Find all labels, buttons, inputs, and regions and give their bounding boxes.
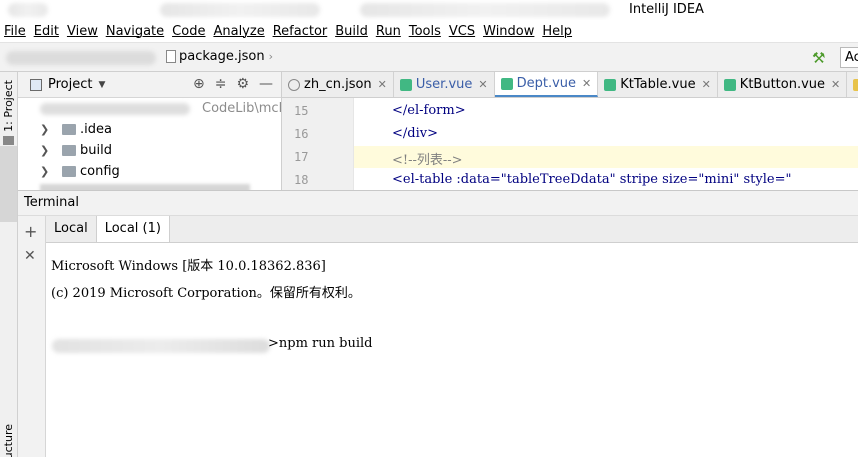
close-icon[interactable]: ✕ — [478, 78, 487, 91]
js-file-icon — [853, 78, 858, 91]
root-path: CodeLib\mclo — [202, 101, 281, 116]
blurred-title-segment — [360, 3, 610, 17]
tree-item-label: build — [80, 142, 112, 158]
terminal-command: >npm run build — [268, 336, 373, 351]
folder-icon — [3, 136, 14, 145]
tab-us[interactable]: us — [847, 72, 858, 97]
terminal-side-toolbar: + ✕ — [18, 216, 46, 457]
terminal-output[interactable]: Microsoft Windows [版本 10.0.18362.836] (c… — [46, 243, 858, 457]
menu-build[interactable]: Build — [333, 24, 374, 39]
menu-navigate[interactable]: Navigate — [104, 24, 170, 39]
code-line: </div> — [392, 126, 438, 141]
line-number: 16 — [294, 127, 309, 141]
chevron-right-icon[interactable]: ❯ — [40, 165, 52, 178]
blurred-prompt-path — [52, 339, 270, 353]
tree-item-label: .idea — [80, 121, 112, 137]
project-tree: CodeLib\mclo ❯ .idea ❯ build ❯ config — [18, 98, 281, 190]
menu-window[interactable]: Window — [481, 24, 540, 39]
blurred-title-segment — [8, 3, 48, 17]
close-icon[interactable]: ✕ — [831, 78, 840, 91]
menu-refactor[interactable]: Refactor — [271, 24, 334, 39]
gear-icon[interactable]: ⚙ — [236, 76, 249, 92]
terminal-line: (c) 2019 Microsoft Corporation。保留所有权利。 — [51, 286, 361, 301]
tab-label: zh_cn.json — [304, 77, 372, 92]
tab-ktbutton-vue[interactable]: KtButton.vue ✕ — [718, 72, 848, 97]
tree-item-label: config — [80, 163, 120, 179]
project-tool-tab-bg — [0, 146, 17, 222]
menu-vcs[interactable]: VCS — [447, 24, 481, 39]
terminal-line: Microsoft Windows [版本 10.0.18362.836] — [51, 259, 326, 274]
menu-run[interactable]: Run — [374, 24, 407, 39]
collapse-all-icon[interactable]: ≑ — [215, 76, 227, 92]
tab-kttable-vue[interactable]: KtTable.vue ✕ — [598, 72, 718, 97]
locate-icon[interactable]: ⊕ — [193, 76, 205, 92]
menu-file[interactable]: File — [2, 24, 32, 39]
tab-label: KtButton.vue — [739, 77, 826, 92]
project-tool-tab[interactable]: 1: Project — [2, 80, 15, 132]
breadcrumb-file-label: package.json — [179, 49, 265, 64]
chevron-down-icon[interactable]: ▼ — [98, 80, 105, 90]
folder-icon — [62, 144, 76, 156]
tab-user-vue[interactable]: User.vue ✕ — [394, 72, 495, 97]
menu-tools[interactable]: Tools — [407, 24, 447, 39]
vue-file-icon — [604, 78, 617, 91]
chevron-right-icon: › — [268, 50, 273, 63]
terminal-tab-local-1[interactable]: Local (1) — [96, 216, 170, 242]
vue-file-icon — [723, 78, 736, 91]
tree-item[interactable]: ❯ config — [40, 161, 120, 181]
project-panel-title[interactable]: Project — [48, 77, 92, 92]
line-number: 15 — [294, 104, 309, 118]
tab-label: User.vue — [415, 77, 473, 92]
terminal-panel-title: Terminal — [18, 190, 858, 216]
line-number: 18 — [294, 173, 309, 187]
blurred-root-name — [40, 103, 190, 115]
navigation-bar: package.json › ⚒ Ac — [0, 42, 858, 72]
tab-label: KtTable.vue — [620, 77, 696, 92]
terminal-tab-bar: Local Local (1) — [46, 216, 858, 243]
menu-bar: File Edit View Navigate Code Analyze Ref… — [0, 20, 858, 42]
folder-icon — [62, 123, 76, 135]
tab-zh-cn-json[interactable]: zh_cn.json ✕ — [282, 72, 394, 97]
add-icon[interactable]: + — [24, 222, 37, 241]
close-icon[interactable]: ✕ — [378, 78, 387, 91]
vue-file-icon — [500, 77, 513, 90]
build-hammer-icon[interactable]: ⚒ — [812, 49, 825, 67]
app-title: IntelliJ IDEA — [629, 2, 704, 17]
menu-edit[interactable]: Edit — [32, 24, 65, 39]
minimize-icon[interactable]: — — [259, 76, 273, 92]
menu-analyze[interactable]: Analyze — [211, 24, 270, 39]
run-configuration-select[interactable]: Ac — [840, 47, 858, 68]
code-line: <!--列表--> — [392, 153, 463, 168]
tree-item[interactable]: ❯ .idea — [40, 119, 112, 139]
blurred-breadcrumb — [6, 51, 156, 65]
window-title-bar: IntelliJ IDEA — [0, 0, 858, 20]
editor-tab-bar: zh_cn.json ✕ User.vue ✕ Dept.vue ✕ KtTab… — [281, 72, 858, 98]
close-icon[interactable]: ✕ — [24, 248, 36, 264]
editor-gutter: 15 16 17 18 — [281, 98, 353, 190]
close-icon[interactable]: ✕ — [582, 77, 591, 90]
chevron-right-icon[interactable]: ❯ — [40, 144, 52, 157]
tree-item[interactable]: ❯ build — [40, 140, 112, 160]
breadcrumb-file[interactable]: package.json › — [166, 49, 273, 64]
json-file-icon — [166, 50, 176, 63]
structure-tool-tab[interactable]: ucture — [2, 424, 15, 457]
blurred-title-segment — [160, 3, 320, 17]
menu-code[interactable]: Code — [170, 24, 211, 39]
vue-file-icon — [399, 78, 412, 91]
project-icon — [30, 78, 42, 91]
code-line: </el-form> — [392, 103, 466, 118]
chevron-right-icon[interactable]: ❯ — [40, 123, 52, 136]
folder-icon — [62, 165, 76, 177]
code-editor[interactable]: </el-form> </div> <!--列表--> <el-table :d… — [353, 98, 858, 190]
terminal-tab-local[interactable]: Local — [46, 216, 97, 242]
menu-help[interactable]: Help — [540, 24, 578, 39]
code-line: <el-table :data="tableTreeDdata" stripe … — [392, 172, 792, 187]
json-file-icon — [288, 78, 300, 91]
close-icon[interactable]: ✕ — [702, 78, 711, 91]
tab-label: Dept.vue — [516, 76, 577, 91]
menu-view[interactable]: View — [65, 24, 104, 39]
tab-dept-vue[interactable]: Dept.vue ✕ — [494, 72, 599, 97]
line-number: 17 — [294, 150, 309, 164]
project-panel-header: Project ▼ ⊕ ≑ ⚙ — — [18, 72, 281, 98]
